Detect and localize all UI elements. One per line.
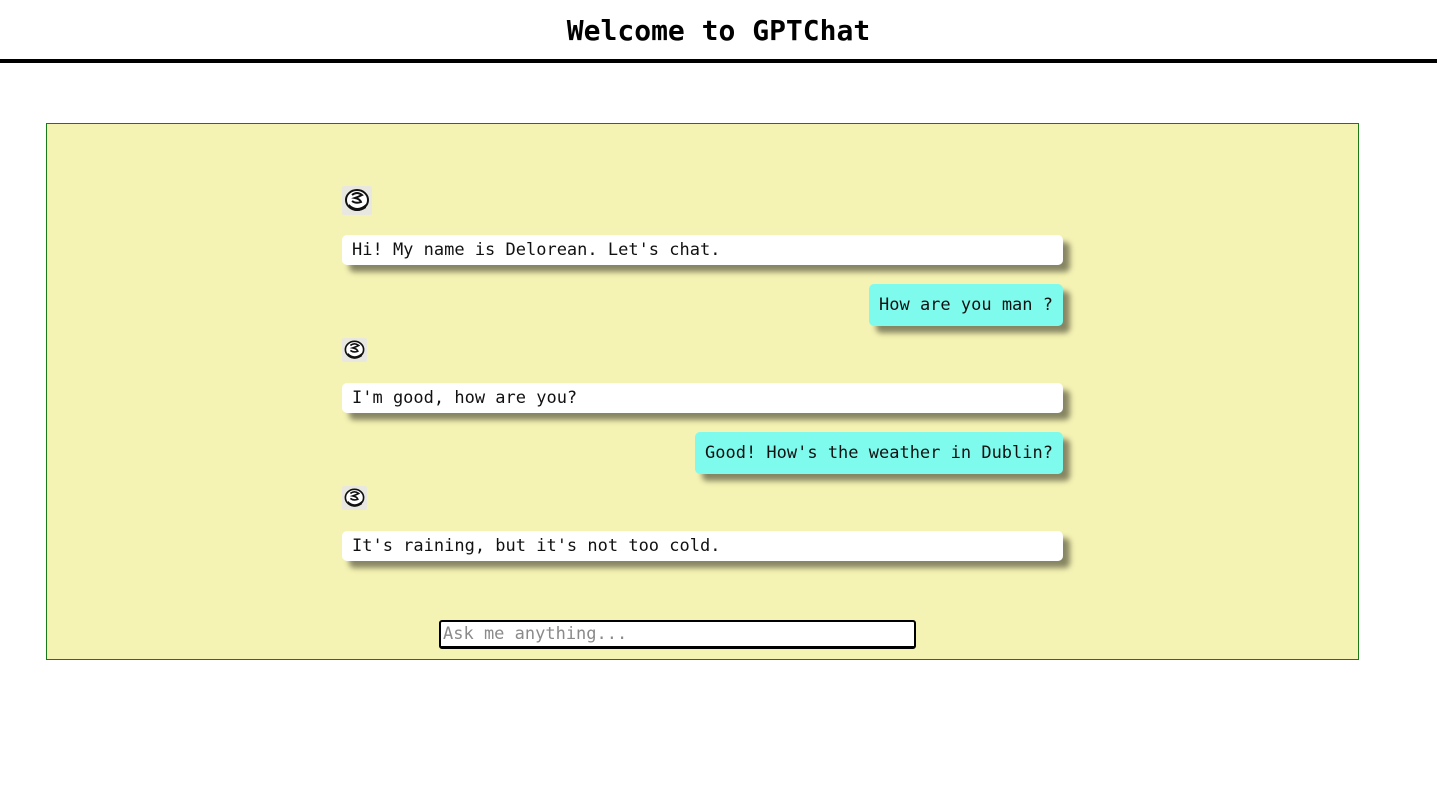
page-header: Welcome to GPTChat [0, 0, 1437, 63]
bot-message: Hi! My name is Delorean. Let's chat. [342, 235, 1063, 265]
user-message: Good! How's the weather in Dublin? [695, 432, 1063, 474]
bot-avatar-icon [342, 486, 367, 510]
bot-avatar-icon [342, 338, 367, 362]
page-title: Welcome to GPTChat [566, 14, 871, 47]
chat-panel: Hi! My name is Delorean. Let's chat. How… [46, 123, 1359, 660]
bot-message: I'm good, how are you? [342, 383, 1063, 413]
user-message: How are you man ? [869, 284, 1063, 326]
bot-message: It's raining, but it's not too cold. [342, 531, 1063, 561]
chat-input[interactable] [439, 620, 916, 649]
bot-avatar-icon [342, 186, 372, 215]
